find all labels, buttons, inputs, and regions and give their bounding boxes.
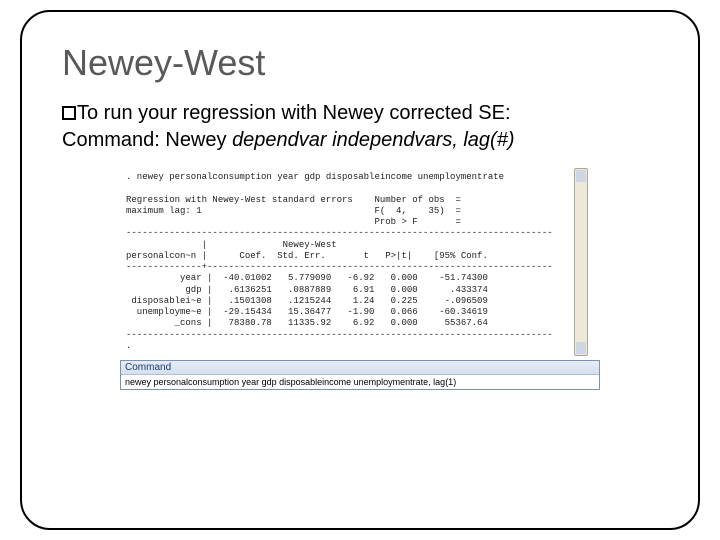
stata-sehdr: | Newey-West (126, 240, 580, 251)
stata-header: Regression with Newey-West standard erro… (126, 195, 580, 206)
command-syntax-line: Command: Newey dependvar independvars, l… (62, 129, 658, 152)
bullet-text: To run your regression with Newey correc… (77, 102, 511, 124)
stata-lagline: maximum lag: 1 F( 4, 35) = (126, 206, 580, 217)
stata-rule3: ----------------------------------------… (126, 330, 580, 341)
command-panel-title: Command (121, 361, 599, 375)
slide-frame: Newey-West To run your regression with N… (20, 10, 700, 530)
stata-blank (126, 183, 580, 194)
stata-probline: Prob > F = (126, 217, 580, 228)
bullet-line: To run your regression with Newey correc… (62, 102, 658, 125)
stata-dot: . (126, 341, 580, 352)
command-prefix: Command: Newey (62, 129, 232, 151)
stata-colhdr: personalcon~n | Coef. Std. Err. t P>|t| … (126, 251, 580, 262)
scrollbar-icon (574, 168, 588, 356)
stata-command-echo: . newey personalconsumption year gdp dis… (126, 172, 580, 183)
stata-rule2: --------------+-------------------------… (126, 262, 580, 273)
stata-screenshot: . newey personalconsumption year gdp dis… (120, 168, 600, 390)
command-input[interactable] (121, 375, 599, 389)
command-args: dependvar independvars, lag(#) (232, 129, 514, 151)
stata-rows: year | -40.01002 5.779090 -6.92 0.000 -5… (126, 273, 580, 329)
bullet-square-icon (62, 106, 76, 120)
page-title: Newey-West (62, 42, 658, 84)
command-panel: Command (120, 360, 600, 390)
stata-output-area: . newey personalconsumption year gdp dis… (120, 168, 600, 356)
stata-rule1: ----------------------------------------… (126, 228, 580, 239)
